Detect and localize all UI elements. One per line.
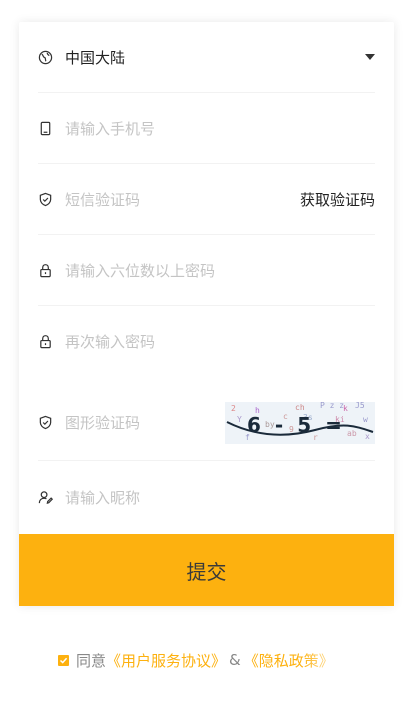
region-select[interactable]: 中国大陆 [38, 22, 375, 93]
user-edit-icon [38, 490, 53, 505]
globe-icon [38, 50, 53, 65]
lock-icon [38, 263, 53, 278]
submit-button[interactable]: 提交 [19, 534, 394, 606]
nickname-input[interactable]: 请输入昵称 [65, 487, 140, 508]
user-agreement-link[interactable]: 《用户服务协议》 [106, 650, 226, 671]
captcha-field[interactable]: 图形验证码 2 h ch P z z k J5 Y c 3s ki w by 9 [38, 385, 375, 461]
agreement-row: 同意 《用户服务协议》 & 《隐私政策》 [58, 650, 334, 670]
get-code-button[interactable]: 获取验证码 [300, 189, 375, 210]
sms-field[interactable]: 短信验证码 获取验证码 [38, 164, 375, 235]
shield-check-icon [38, 192, 53, 207]
chevron-down-icon[interactable] [365, 54, 375, 60]
captcha-graphic: 2 h ch P z z k J5 Y c 3s ki w by 9 ab f … [226, 402, 374, 442]
lock-icon [38, 334, 53, 349]
phone-input[interactable]: 请输入手机号 [65, 118, 155, 139]
register-form: 中国大陆 请输入手机号 短信验证码 获取验证码 请输入六位数以上密码 再次输入密… [19, 22, 394, 606]
sms-code-input[interactable]: 短信验证码 [65, 189, 140, 210]
password-confirm-input[interactable]: 再次输入密码 [65, 331, 155, 352]
region-label: 中国大陆 [65, 48, 126, 67]
fade-overlay [300, 640, 380, 680]
svg-text:k: k [343, 404, 348, 413]
captcha-image[interactable]: 2 h ch P z z k J5 Y c 3s ki w by 9 ab f … [225, 401, 375, 444]
svg-text:Y: Y [237, 415, 242, 424]
nickname-field[interactable]: 请输入昵称 [38, 462, 375, 532]
svg-text:w: w [363, 415, 368, 424]
phone-field[interactable]: 请输入手机号 [38, 93, 375, 164]
phone-icon [38, 121, 53, 136]
svg-text:ch: ch [295, 403, 305, 412]
password-confirm-field[interactable]: 再次输入密码 [38, 306, 375, 376]
svg-text:J5: J5 [355, 402, 365, 410]
svg-text:2: 2 [231, 404, 236, 413]
agree-prefix: 同意 [76, 651, 107, 670]
shield-check-icon [38, 415, 53, 430]
password-field[interactable]: 请输入六位数以上密码 [38, 235, 375, 306]
captcha-input[interactable]: 图形验证码 [65, 412, 140, 433]
agree-checkbox[interactable] [58, 654, 69, 666]
checkmark-icon [59, 657, 68, 664]
svg-text:x: x [365, 432, 370, 441]
password-input[interactable]: 请输入六位数以上密码 [65, 260, 215, 281]
agreement-ampersand: & [229, 651, 241, 669]
svg-text:P z z: P z z [320, 402, 344, 410]
